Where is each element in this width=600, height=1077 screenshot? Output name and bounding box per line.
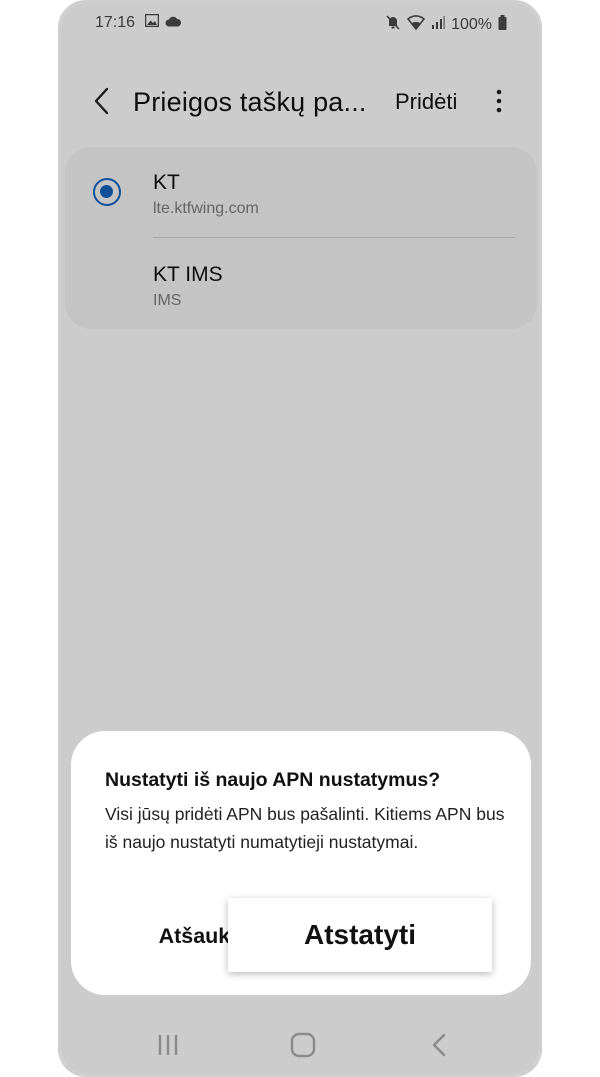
dialog-message: Visi jūsų pridėti APN bus pašalinti. Kit… — [105, 804, 505, 852]
reset-button[interactable]: Atstatyti — [228, 898, 492, 972]
dialog-title: Nustatyti iš naujo APN nustatymus? — [105, 769, 441, 791]
navigation-bar — [61, 1019, 539, 1074]
home-icon — [290, 1032, 316, 1063]
home-button[interactable] — [289, 1032, 317, 1063]
back-nav-icon — [432, 1033, 446, 1062]
recent-apps-icon — [156, 1033, 180, 1062]
back-nav-button[interactable] — [427, 1033, 451, 1061]
recent-apps-button[interactable] — [153, 1033, 183, 1061]
